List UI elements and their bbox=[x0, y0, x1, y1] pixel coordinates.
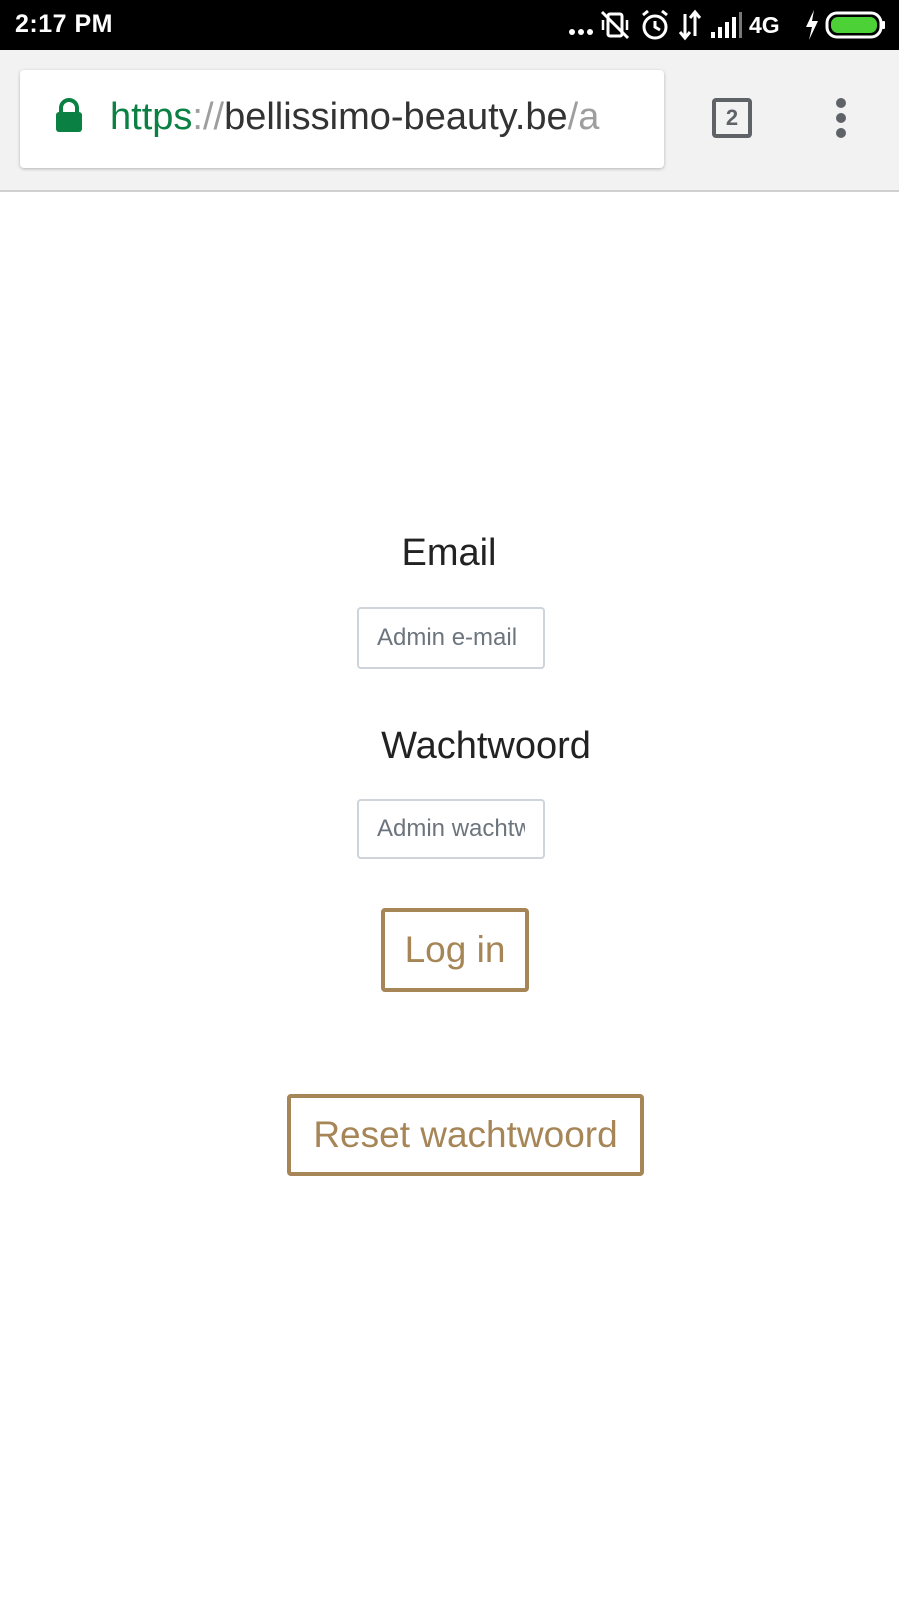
overflow-menu-icon[interactable] bbox=[832, 98, 850, 142]
password-field[interactable] bbox=[357, 799, 545, 859]
browser-toolbar: https://bellissimo-beauty.be/a 2 bbox=[0, 50, 899, 192]
status-time: 2:17 PM bbox=[15, 10, 113, 38]
url-scheme: https bbox=[110, 96, 193, 138]
email-label: Email bbox=[401, 532, 497, 574]
url-text[interactable]: https://bellissimo-beauty.be/a bbox=[110, 96, 660, 139]
vibrate-off-icon bbox=[600, 10, 630, 40]
charging-bolt-icon bbox=[806, 10, 818, 40]
network-type: 4G bbox=[749, 12, 780, 38]
data-arrows-icon bbox=[678, 9, 702, 41]
reset-password-button[interactable]: Reset wachtwoord bbox=[287, 1094, 644, 1176]
url-path: /a bbox=[567, 96, 600, 138]
email-field[interactable] bbox=[357, 607, 545, 669]
status-bar: 2:17 PM 4G bbox=[0, 0, 899, 50]
alarm-icon bbox=[642, 9, 668, 40]
password-label: Wachtwoord bbox=[381, 725, 591, 767]
battery-icon bbox=[825, 11, 885, 39]
address-bar[interactable]: https://bellissimo-beauty.be/a bbox=[20, 70, 664, 168]
url-separator: :// bbox=[192, 96, 225, 138]
login-button[interactable]: Log in bbox=[381, 908, 529, 992]
lock-icon bbox=[56, 98, 82, 132]
tab-switcher-button[interactable]: 2 bbox=[712, 98, 752, 138]
signal-icon bbox=[711, 12, 742, 38]
more-dots-icon bbox=[569, 22, 596, 40]
url-host: bellissimo-beauty.be bbox=[224, 96, 568, 138]
